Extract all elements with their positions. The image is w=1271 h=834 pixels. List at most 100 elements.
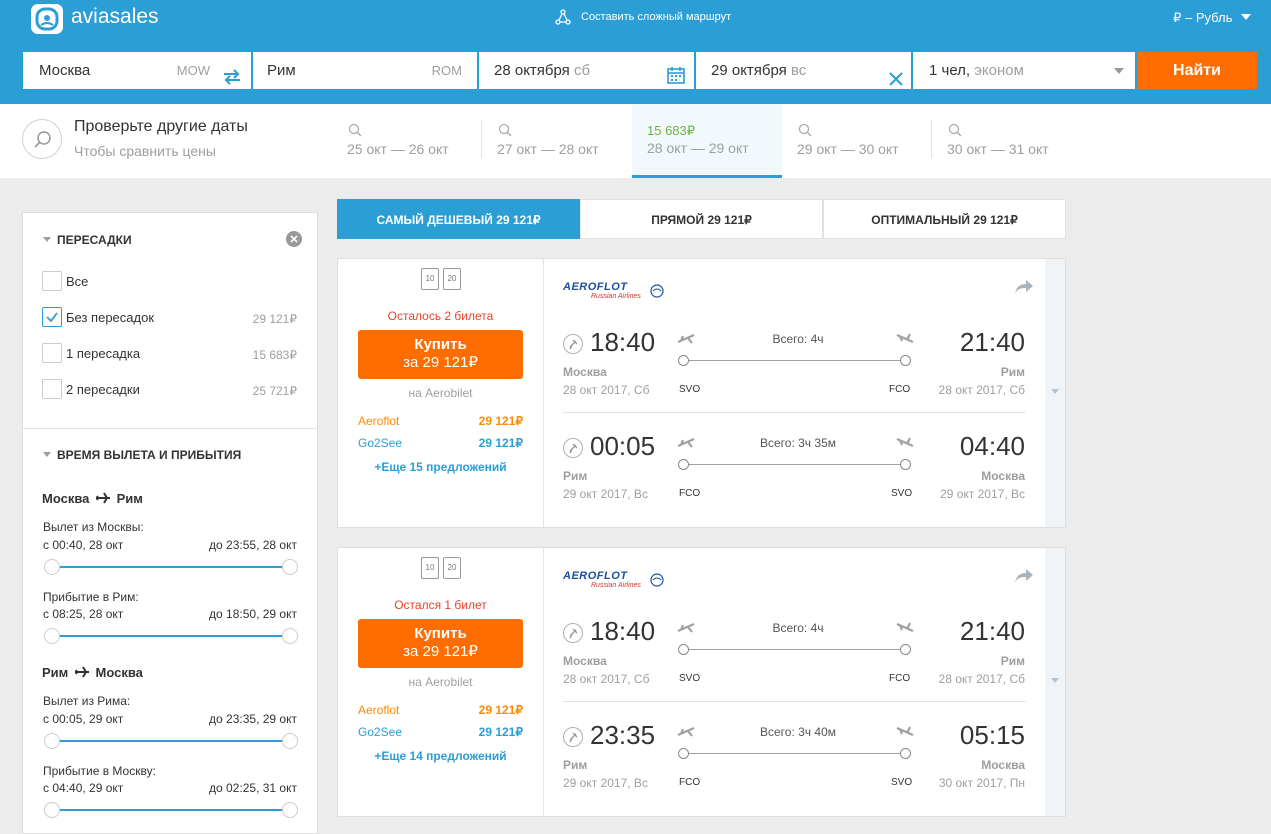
pin-icon[interactable] (563, 334, 583, 354)
time-filter-header[interactable]: Время вылета и прибытия (43, 448, 241, 462)
leg-to: Москва (95, 665, 143, 680)
plane-icon (74, 666, 89, 678)
stops-filter-header[interactable]: Пересадки (43, 233, 132, 247)
time-slider[interactable] (44, 733, 298, 749)
stops-title: Пересадки (57, 233, 132, 247)
arrival-city: Рим (1000, 654, 1025, 668)
destination-field[interactable]: Рим ROM (253, 52, 477, 89)
pin-icon[interactable] (563, 727, 583, 747)
complex-route-link[interactable]: Составить сложный маршрут (555, 9, 731, 25)
baggage-icon: 20 (443, 557, 461, 579)
arrival-date: 28 окт 2017, Сб (938, 383, 1025, 397)
compare-dates-search-icon[interactable] (22, 119, 62, 159)
expand-ticket-toggle[interactable] (1045, 259, 1065, 527)
checkmark-icon (46, 312, 58, 323)
origin-field[interactable]: Москва MOW (23, 52, 251, 89)
seats-remaining: Осталось 2 билета (387, 309, 494, 323)
date-option[interactable]: 30 окт — 31 окт (932, 104, 1082, 178)
arrival-city: Рим (1000, 365, 1025, 379)
buy-button[interactable]: Купить за 29 121₽ (358, 330, 523, 379)
airline-name: AEROFLOT (563, 570, 628, 582)
stops-two-label: 2 пересадки (66, 382, 140, 397)
time-slider[interactable] (44, 559, 298, 575)
origin-city: Москва (39, 62, 91, 79)
offer-agency: Go2See (358, 436, 403, 450)
slider-handle-max[interactable] (282, 802, 298, 818)
expand-ticket-toggle[interactable] (1045, 548, 1065, 816)
calendar-icon[interactable] (667, 61, 685, 98)
close-icon[interactable] (889, 63, 903, 100)
compare-dates-title: Проверьте другие даты (74, 118, 248, 135)
skyteam-icon (650, 284, 664, 298)
route-line (688, 360, 906, 361)
slider-handle-max[interactable] (282, 628, 298, 644)
tab-label: Оптимальный (871, 213, 971, 227)
divider (23, 428, 317, 429)
date-option[interactable]: 27 окт — 28 окт (482, 104, 632, 178)
date-option[interactable]: 25 окт — 26 окт (332, 104, 482, 178)
slider-handle-min[interactable] (44, 628, 60, 644)
departure-date: 28 окт 2017, Сб (563, 672, 650, 686)
passengers-field[interactable]: 1 чел, эконом (913, 52, 1135, 89)
tab-direct[interactable]: Прямой 29 121₽ (580, 199, 823, 239)
share-icon[interactable] (1014, 279, 1034, 300)
ticket-card: 10 20 Осталось 2 билета Купить за 29 121… (337, 258, 1066, 528)
slider-handle-min[interactable] (44, 733, 60, 749)
slider-handle-max[interactable] (282, 559, 298, 575)
time-slider[interactable] (44, 802, 298, 818)
logo-text[interactable]: aviasales (71, 4, 159, 30)
search-button[interactable]: Найти (1137, 52, 1257, 89)
clear-filter-icon[interactable] (286, 231, 302, 247)
time-slider[interactable] (44, 628, 298, 644)
stops-all-checkbox[interactable] (42, 271, 62, 291)
currency-label: ₽ – Рубль (1173, 10, 1233, 25)
slider-handle-min[interactable] (44, 559, 60, 575)
departure-time: 00:05 (590, 431, 656, 461)
tab-optimal[interactable]: Оптимальный 29 121₽ (823, 199, 1066, 239)
stops-one-label: 1 пересадка (66, 346, 141, 361)
slider-handle-min[interactable] (44, 802, 60, 818)
ticket-price-panel: 10 20 Остался 1 билет Купить за 29 121₽ … (338, 548, 543, 816)
offer-price: 29 121₽ (478, 703, 523, 717)
departure-time: 18:40 (590, 327, 656, 357)
destination-airport-code: FCO (889, 384, 911, 395)
offer-agency: Aeroflot (358, 703, 400, 717)
depart-day: сб (573, 62, 591, 79)
date-option-label: 27 окт — 28 окт (497, 141, 599, 157)
slider-label: Прибытие в Москву: (43, 764, 156, 778)
aviasales-logo-icon[interactable] (31, 4, 63, 34)
slider-label: Вылет из Москвы: (43, 520, 144, 534)
date-option[interactable]: 29 окт — 30 окт (782, 104, 932, 178)
slider-handle-max[interactable] (282, 733, 298, 749)
leg-to: Рим (116, 491, 143, 506)
stops-two-checkbox[interactable] (42, 379, 62, 399)
depart-date-field[interactable]: 28 октября сб (479, 52, 694, 89)
more-offers-link[interactable]: +Еще 15 предложений (338, 460, 543, 474)
takeoff-icon (677, 622, 695, 633)
more-offers-link[interactable]: +Еще 14 предложений (338, 749, 543, 763)
return-date-field[interactable]: 29 октября вс (696, 52, 911, 89)
date-option-label: 28 окт — 29 окт (647, 140, 749, 156)
route-dot (678, 459, 689, 470)
compare-dates-subtitle: Чтобы сравнить цены (74, 143, 216, 159)
stops-one-checkbox[interactable] (42, 343, 62, 363)
arrival-date: 28 окт 2017, Сб (938, 672, 1025, 686)
share-icon[interactable] (1014, 568, 1034, 589)
route-dot (900, 459, 911, 470)
tab-cheapest[interactable]: Самый дешевый 29 121₽ (337, 199, 580, 239)
pin-icon[interactable] (563, 438, 583, 458)
stops-two-price: 25 721₽ (252, 384, 297, 398)
takeoff-icon (677, 437, 695, 448)
buy-button[interactable]: Купить за 29 121₽ (358, 619, 523, 668)
stops-direct-checkbox[interactable] (42, 307, 62, 327)
landing-icon (896, 622, 914, 633)
departure-city: Рим (563, 469, 588, 483)
currency-selector[interactable]: ₽ – Рубль (1173, 10, 1251, 26)
offer-price: 29 121₽ (478, 436, 523, 450)
origin-airport-code: SVO (679, 384, 701, 395)
arrival-city: Москва (981, 758, 1025, 772)
pin-icon[interactable] (563, 623, 583, 643)
date-option-active[interactable]: 15 683₽ 28 окт — 29 окт (632, 104, 782, 178)
route-icon (555, 9, 571, 25)
swap-icon[interactable] (223, 62, 241, 99)
